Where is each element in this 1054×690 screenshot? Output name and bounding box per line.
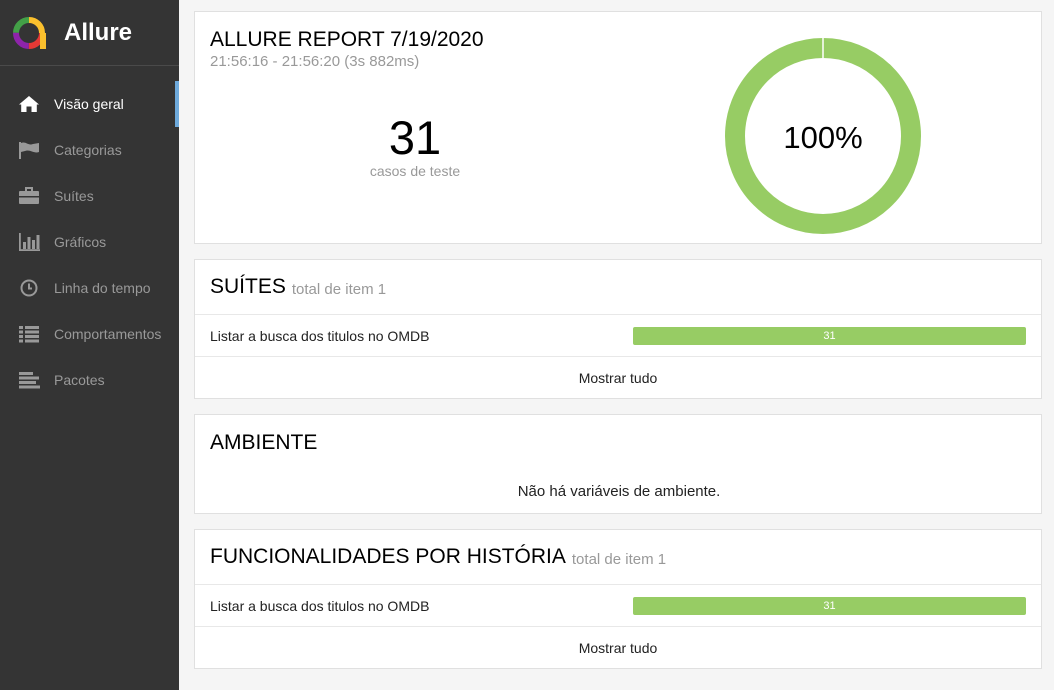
sidebar-item-timeline[interactable]: Linha do tempo	[0, 265, 179, 311]
features-title: FUNCIONALIDADES POR HISTÓRIA	[210, 545, 566, 568]
feature-name: Listar a busca dos titulos no OMDB	[210, 597, 430, 614]
sidebar-item-label: Pacotes	[54, 372, 105, 388]
sidebar-item-overview[interactable]: Visão geral	[0, 81, 179, 127]
sidebar-item-graphs[interactable]: Gráficos	[0, 219, 179, 265]
suites-header: SUÍTES total de item 1	[195, 260, 1041, 315]
environment-empty-message: Não há variáveis de ambiente.	[517, 483, 721, 500]
suite-name: Listar a busca dos titulos no OMDB	[210, 327, 430, 344]
summary-widget: ALLURE REPORT 7/19/2020 21:56:16 - 21:56…	[194, 11, 1042, 244]
allure-logo-icon	[11, 15, 47, 51]
features-widget: FUNCIONALIDADES POR HISTÓRIA total de it…	[194, 529, 1042, 669]
sidebar-item-label: Linha do tempo	[54, 280, 151, 296]
main-content: ALLURE REPORT 7/19/2020 21:56:16 - 21:56…	[179, 0, 1054, 690]
list-icon	[17, 324, 41, 344]
sidebar-item-label: Gráficos	[54, 234, 107, 250]
suite-status-bar: 31	[633, 327, 1026, 345]
features-header: FUNCIONALIDADES POR HISTÓRIA total de it…	[195, 530, 1041, 585]
environment-title: AMBIENTE	[210, 430, 318, 454]
align-left-icon	[17, 370, 41, 390]
feature-status-bar: 31	[633, 597, 1026, 615]
suites-title: SUÍTES	[210, 275, 286, 298]
sidebar-nav: Visão geral Categorias Suítes Gráficos L…	[0, 81, 179, 403]
sidebar-item-label: Suítes	[54, 188, 94, 204]
suites-widget: SUÍTES total de item 1 Listar a busca do…	[194, 259, 1042, 399]
suites-show-all-link[interactable]: Mostrar tudo	[195, 357, 1041, 398]
suite-row[interactable]: Listar a busca dos titulos no OMDB 31	[195, 315, 1041, 357]
features-subtitle: total de item 1	[571, 550, 667, 568]
test-count-label: casos de teste	[369, 163, 461, 179]
brand[interactable]: Allure	[0, 0, 179, 66]
sidebar-item-suites[interactable]: Suítes	[0, 173, 179, 219]
sidebar: Allure Visão geral Categorias Suítes Grá…	[0, 0, 179, 690]
sidebar-item-packages[interactable]: Pacotes	[0, 357, 179, 403]
environment-header: AMBIENTE	[195, 415, 1041, 470]
pass-rate-label: 100%	[783, 120, 862, 155]
pass-rate-donut-chart[interactable]: 100%	[723, 36, 923, 236]
environment-widget: AMBIENTE Não há variáveis de ambiente.	[194, 414, 1042, 514]
sidebar-item-categories[interactable]: Categorias	[0, 127, 179, 173]
sidebar-item-label: Categorias	[54, 142, 122, 158]
sidebar-item-label: Comportamentos	[54, 326, 162, 342]
home-icon	[17, 94, 41, 114]
sidebar-item-behaviors[interactable]: Comportamentos	[0, 311, 179, 357]
report-title: ALLURE REPORT 7/19/2020	[210, 28, 484, 51]
report-time-range: 21:56:16 - 21:56:20 (3s 882ms)	[210, 53, 420, 70]
bar-chart-icon	[17, 232, 41, 252]
suites-subtitle: total de item 1	[291, 280, 387, 298]
flag-icon	[17, 140, 41, 160]
briefcase-icon	[17, 186, 41, 206]
feature-row[interactable]: Listar a busca dos titulos no OMDB 31	[195, 585, 1041, 627]
clock-icon	[17, 278, 41, 298]
sidebar-item-label: Visão geral	[54, 96, 124, 112]
features-show-all-link[interactable]: Mostrar tudo	[195, 627, 1041, 668]
test-count: 31	[388, 111, 442, 164]
brand-name: Allure	[64, 18, 133, 46]
